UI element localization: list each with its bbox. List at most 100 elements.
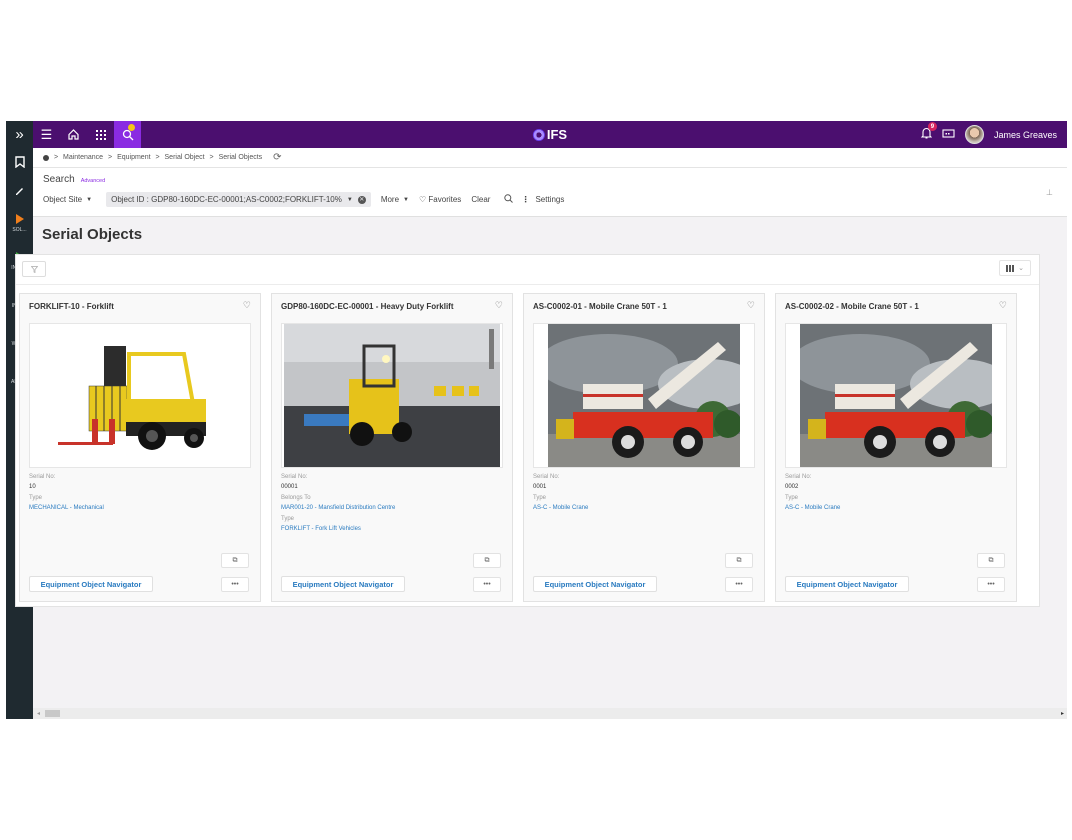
- breadcrumb-item[interactable]: Serial Object: [165, 154, 205, 161]
- apps-grid-icon[interactable]: [87, 121, 114, 148]
- rail-item-label: SOL...: [12, 226, 27, 233]
- top-bar: ☰ IFS 9 James Greaves: [33, 121, 1067, 148]
- favorite-heart-icon[interactable]: ♡: [243, 300, 251, 311]
- ifs-logo: IFS: [532, 127, 568, 142]
- scroll-left-icon[interactable]: ◂: [37, 710, 40, 717]
- equipment-object-navigator-button[interactable]: Equipment Object Navigator: [785, 576, 909, 592]
- field-label: Type: [29, 495, 43, 501]
- card-title[interactable]: AS-C0002-02 - Mobile Crane 50T - 1: [785, 302, 919, 311]
- open-external-icon: ⧉: [484, 556, 490, 564]
- equipment-object-navigator-button[interactable]: Equipment Object Navigator: [29, 576, 153, 592]
- more-actions-button[interactable]: •••: [725, 577, 753, 592]
- search-title: Search: [43, 174, 75, 185]
- card-fields: Serial No: 0002 Type AS-C - Mobile Crane: [785, 471, 840, 516]
- ellipsis-icon: •••: [231, 581, 239, 588]
- field-value: 0002: [785, 484, 799, 490]
- breadcrumb-home-icon[interactable]: [43, 154, 49, 161]
- forklift-image: [44, 324, 236, 467]
- card-title[interactable]: FORKLIFT-10 - Forklift: [29, 302, 114, 311]
- scroll-right-icon[interactable]: ▸: [1061, 710, 1064, 717]
- more-filters-button[interactable]: More ▼: [381, 195, 409, 204]
- open-details-button[interactable]: ⧉: [221, 553, 249, 568]
- favorite-heart-icon[interactable]: ♡: [999, 300, 1007, 311]
- favorite-heart-icon[interactable]: ♡: [495, 300, 503, 311]
- field-value: 00001: [281, 484, 298, 490]
- open-details-button[interactable]: ⧉: [473, 553, 501, 568]
- field-label: Serial No:: [281, 474, 308, 480]
- brand-name: IFS: [546, 127, 568, 142]
- list-toolbar: ⌄: [16, 255, 1039, 285]
- card-image: [533, 323, 755, 468]
- breadcrumb-item[interactable]: Maintenance: [63, 154, 103, 161]
- object-id-filter-chip[interactable]: Object ID : GDP80-160DC-EC-00001;AS-C000…: [106, 192, 371, 207]
- hamburger-menu-icon[interactable]: ☰: [33, 121, 60, 148]
- horizontal-scrollbar[interactable]: ◂ ▸: [33, 708, 1067, 719]
- serial-object-card[interactable]: AS-C0002-01 - Mobile Crane 50T - 1 ♡ Ser…: [523, 293, 765, 602]
- filter-funnel-icon[interactable]: [22, 261, 46, 277]
- breadcrumb-item[interactable]: Equipment: [117, 154, 150, 161]
- field-link[interactable]: MECHANICAL - Mechanical: [29, 505, 104, 511]
- view-mode-selector[interactable]: ⌄: [999, 260, 1031, 276]
- equipment-object-navigator-button[interactable]: Equipment Object Navigator: [281, 576, 405, 592]
- open-external-icon: ⧉: [232, 556, 238, 564]
- favorite-heart-icon[interactable]: ♡: [747, 300, 755, 311]
- more-actions-button[interactable]: •••: [473, 577, 501, 592]
- notifications-bell-icon[interactable]: 9: [920, 122, 937, 142]
- caret-down-icon[interactable]: ▼: [347, 197, 353, 203]
- ellipsis-icon: •••: [735, 581, 743, 588]
- mobile-crane-image: [800, 324, 992, 467]
- field-label: Serial No:: [29, 474, 56, 480]
- field-link[interactable]: AS-C - Mobile Crane: [785, 505, 840, 511]
- bookmark-icon[interactable]: [6, 148, 33, 176]
- card-image: [29, 323, 251, 468]
- field-link[interactable]: AS-C - Mobile Crane: [533, 505, 588, 511]
- card-title[interactable]: AS-C0002-01 - Mobile Crane 50T - 1: [533, 302, 667, 311]
- clear-filter-icon[interactable]: ✕: [357, 195, 366, 204]
- edit-pencil-icon[interactable]: [6, 176, 33, 204]
- favorites-button[interactable]: ♡ Favorites: [419, 195, 461, 204]
- object-site-filter[interactable]: Object Site ▼: [43, 195, 92, 204]
- card-fields: Serial No: 10 Type MECHANICAL - Mechanical: [29, 471, 104, 516]
- rail-item[interactable]: SOL...: [6, 204, 33, 242]
- serial-object-card[interactable]: GDP80-160DC-EC-00001 - Heavy Duty Forkli…: [271, 293, 513, 602]
- user-avatar[interactable]: [964, 125, 984, 144]
- search-badge-dot: [128, 124, 135, 131]
- search-navigator-icon[interactable]: [114, 121, 141, 148]
- serial-object-card[interactable]: FORKLIFT-10 - Forklift ♡ Serial No: 10 Typ…: [19, 293, 261, 602]
- refresh-icon[interactable]: ⟳: [273, 152, 281, 163]
- user-name[interactable]: James Greaves: [994, 130, 1057, 140]
- card-list-panel: ⌄ FORKLIFT-10 - Forklift ♡ Serial No: 10 T…: [15, 254, 1040, 607]
- ellipsis-icon: •••: [987, 581, 995, 588]
- pin-icon[interactable]: ⊥: [1046, 188, 1053, 197]
- clear-button[interactable]: Clear: [471, 195, 490, 204]
- caret-down-icon: ▼: [403, 196, 409, 203]
- field-link[interactable]: FORKLIFT - Fork Lift Vehicles: [281, 526, 395, 532]
- kebab-menu-icon[interactable]: ⋮: [521, 195, 529, 204]
- serial-object-card[interactable]: AS-C0002-02 - Mobile Crane 50T - 1 ♡ Ser…: [775, 293, 1017, 602]
- page-title: Serial Objects: [42, 226, 143, 243]
- more-actions-button[interactable]: •••: [221, 577, 249, 592]
- expand-rail-icon[interactable]: »: [6, 121, 33, 148]
- open-external-icon: ⧉: [736, 556, 742, 564]
- search-icon[interactable]: [504, 194, 514, 205]
- cards-container: FORKLIFT-10 - Forklift ♡ Serial No: 10 Typ…: [19, 293, 1017, 602]
- open-external-icon: ⧉: [988, 556, 994, 564]
- field-label: Belongs To: [281, 495, 311, 501]
- open-details-button[interactable]: ⧉: [977, 553, 1005, 568]
- advanced-search-link[interactable]: Advanced: [81, 178, 105, 184]
- object-id-filter-value: Object ID : GDP80-160DC-EC-00001;AS-C000…: [111, 195, 342, 204]
- equipment-object-navigator-button[interactable]: Equipment Object Navigator: [533, 576, 657, 592]
- search-panel: Search Advanced Object Site ▼ Object ID :…: [33, 168, 1067, 217]
- more-actions-button[interactable]: •••: [977, 577, 1005, 592]
- more-label: More: [380, 195, 400, 204]
- chat-icon[interactable]: [942, 128, 955, 141]
- grid-view-icon: [1006, 264, 1015, 272]
- scroll-thumb[interactable]: [45, 710, 60, 717]
- field-link[interactable]: MAR001-20 - Mansfield Distribution Centr…: [281, 505, 395, 511]
- card-image: [281, 323, 503, 468]
- settings-button[interactable]: Settings: [535, 195, 564, 204]
- card-title[interactable]: GDP80-160DC-EC-00001 - Heavy Duty Forkli…: [281, 302, 454, 311]
- home-icon[interactable]: [60, 121, 87, 148]
- field-label: Type: [785, 495, 799, 501]
- open-details-button[interactable]: ⧉: [725, 553, 753, 568]
